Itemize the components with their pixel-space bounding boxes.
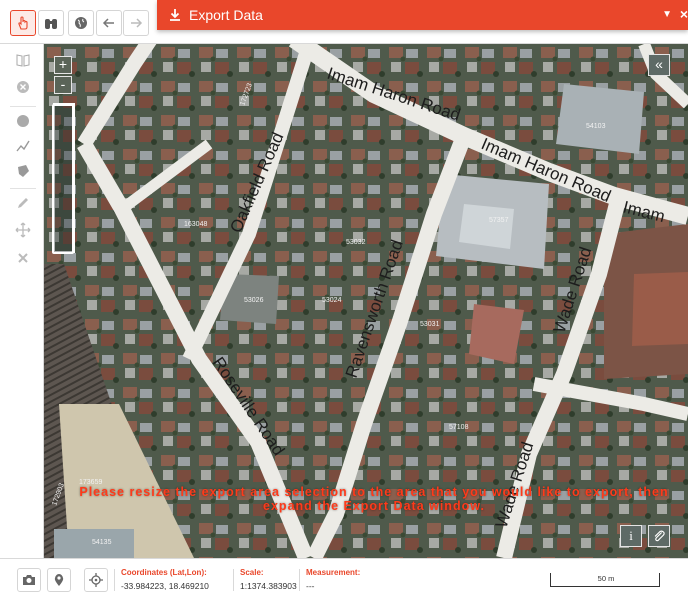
status-divider <box>233 569 234 591</box>
coordinates-label: Coordinates (Lat,Lon): <box>121 568 207 577</box>
pan-tool-button[interactable] <box>10 10 36 36</box>
polygon-icon <box>18 165 29 177</box>
draw-polygon-button[interactable] <box>12 160 34 182</box>
scale-bar-label: 50 m <box>597 574 615 583</box>
clear-selection-button[interactable] <box>12 76 34 98</box>
tool-separator <box>10 106 36 107</box>
move-tool-button[interactable] <box>12 219 34 241</box>
zoom-in-button[interactable]: + <box>54 56 72 74</box>
paperclip-icon <box>654 530 665 542</box>
plot-label: 53026 <box>244 297 264 304</box>
zoom-control: + - <box>54 56 72 94</box>
plot-label: 57108 <box>449 424 469 431</box>
measurement-value: --- <box>306 581 315 591</box>
download-icon <box>169 8 181 22</box>
info-button[interactable]: i <box>620 525 642 547</box>
tool-separator <box>10 188 36 189</box>
edit-tool-button[interactable] <box>12 192 34 214</box>
screenshot-button[interactable] <box>17 568 41 592</box>
circle-icon <box>17 115 29 127</box>
book-icon <box>16 54 30 67</box>
scale-bar: 50 m <box>550 573 660 587</box>
coordinates-value: -33.984223, 18.469210 <box>121 581 209 591</box>
plot-label: 54135 <box>92 539 112 546</box>
status-bar: Coordinates (Lat,Lon): -33.984223, 18.46… <box>0 558 688 597</box>
my-location-button[interactable] <box>84 568 108 592</box>
map-pin-icon <box>54 574 64 586</box>
plot-label: 53031 <box>420 321 440 328</box>
zoom-slider[interactable] <box>52 104 74 254</box>
export-instruction: Please resize the export area selection … <box>79 485 669 513</box>
plot-label: 53024 <box>322 297 342 304</box>
aerial-imagery: Imam Haron Road Imam Haron Road Imam Oak… <box>44 44 688 558</box>
next-extent-button[interactable] <box>123 10 149 36</box>
plot-label: 163048 <box>184 221 207 228</box>
zoom-out-button[interactable]: - <box>54 76 72 94</box>
status-divider <box>114 569 115 591</box>
measurement-label: Measurement: <box>306 568 361 577</box>
arrow-left-icon <box>102 18 114 28</box>
clear-circle-icon <box>17 81 29 93</box>
hand-pointer-icon <box>18 16 28 30</box>
move-icon <box>15 222 31 238</box>
status-divider <box>299 569 300 591</box>
camera-icon <box>23 575 35 585</box>
left-tool-panel <box>0 44 44 558</box>
crosshair-icon <box>89 573 103 587</box>
plot-label: 57357 <box>489 217 509 224</box>
chevron-down-icon[interactable]: ▼ <box>662 9 672 20</box>
full-extent-button[interactable] <box>68 10 94 36</box>
collapse-panel-button[interactable]: « <box>648 54 670 76</box>
globe-icon <box>75 17 87 29</box>
aerial-map[interactable]: Imam Haron Road Imam Haron Road Imam Oak… <box>44 44 688 558</box>
pencil-icon <box>18 198 28 208</box>
arrow-right-icon <box>131 18 143 28</box>
polyline-icon <box>16 140 30 152</box>
locate-address-button[interactable] <box>47 568 71 592</box>
binoculars-icon <box>45 19 57 29</box>
gis-viewer-app: Imam Haron Road Imam Haron Road Imam Oak… <box>0 0 688 597</box>
find-tool-button[interactable] <box>38 10 64 36</box>
draw-circle-button[interactable] <box>12 110 34 132</box>
scale-value: 1:1374.383903 <box>240 581 297 591</box>
delete-tool-button[interactable] <box>12 247 34 269</box>
plot-label: 53032 <box>346 239 366 246</box>
scale-label: Scale: <box>240 568 264 577</box>
export-panel-title: Export Data <box>189 7 263 23</box>
draw-polyline-button[interactable] <box>12 135 34 157</box>
layers-button[interactable] <box>648 525 670 547</box>
export-data-panel[interactable]: Export Data ▼ × <box>157 0 688 30</box>
close-icon[interactable]: × <box>680 6 688 22</box>
previous-extent-button[interactable] <box>96 10 122 36</box>
plot-label: 54103 <box>586 123 606 130</box>
bookmarks-button[interactable] <box>12 49 34 71</box>
delete-icon <box>18 253 28 263</box>
